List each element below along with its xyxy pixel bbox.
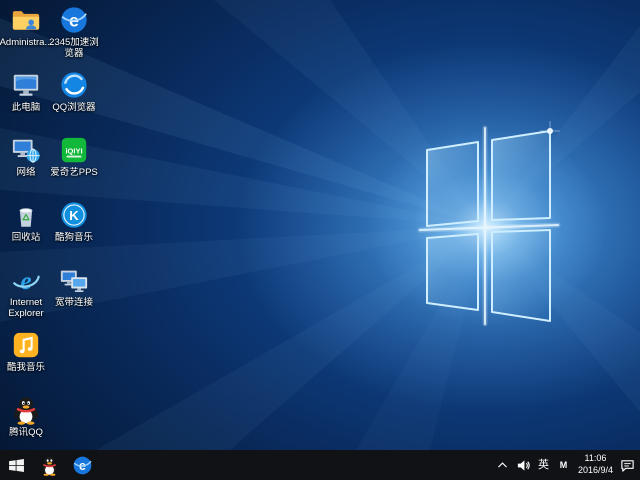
- desktop-icon-kuwo-music[interactable]: 酷我音乐: [2, 330, 50, 395]
- action-center-button[interactable]: [620, 450, 635, 480]
- desktop-icon-column-2: e 2345加速浏览器 QQ浏览器 iQIYI 爱奇艺PPS K: [50, 5, 98, 330]
- qq-browser-icon: [59, 70, 89, 100]
- speaker-icon: [516, 458, 531, 473]
- taskbar-qq-button[interactable]: [33, 450, 66, 480]
- desktop-icon-recycle-bin[interactable]: 回收站: [2, 200, 50, 265]
- taskbar: e 英 M 11:06 2016/9/4: [0, 450, 640, 480]
- ie-icon: e: [11, 265, 41, 295]
- icon-label: 酷狗音乐: [46, 232, 102, 243]
- kuwo-music-icon: [11, 330, 41, 360]
- icon-label: 腾讯QQ: [0, 427, 54, 438]
- taskbar-2345-browser-button[interactable]: e: [66, 450, 99, 480]
- icon-label: 2345加速浏览器: [46, 37, 102, 60]
- iqiyi-pps-icon: iQIYI: [59, 135, 89, 165]
- taskbar-clock[interactable]: 11:06 2016/9/4: [578, 453, 613, 476]
- desktop-icon-internet-explorer[interactable]: e Internet Explorer: [2, 265, 50, 330]
- tray-ime-language-button[interactable]: 英: [538, 450, 549, 480]
- e-browser-icon: e: [59, 5, 89, 35]
- desktop-area: Administra... 此电脑 网络 回收站: [0, 0, 640, 450]
- recycle-bin-icon: [11, 200, 41, 230]
- icon-label: 宽带连接: [46, 297, 102, 308]
- desktop-icon-iqiyi-pps[interactable]: iQIYI 爱奇艺PPS: [50, 135, 98, 200]
- desktop-icon-2345-browser[interactable]: e 2345加速浏览器: [50, 5, 98, 70]
- clock-time: 11:06: [578, 453, 613, 465]
- desktop-icon-network[interactable]: 网络: [2, 135, 50, 200]
- system-tray: 英 M 11:06 2016/9/4: [496, 450, 640, 480]
- clock-date: 2016/9/4: [578, 465, 613, 477]
- tray-ime-mode-badge[interactable]: M: [556, 458, 571, 473]
- e-browser-icon: e: [72, 455, 93, 476]
- icon-label: 爱奇艺PPS: [46, 167, 102, 178]
- desktop-icon-tencent-qq[interactable]: 腾讯QQ: [2, 395, 50, 450]
- action-center-icon: [620, 458, 635, 473]
- tray-show-hidden-icons-button[interactable]: [496, 450, 509, 480]
- windows-10-desktop: Administra... 此电脑 网络 回收站: [0, 0, 640, 480]
- desktop-icon-broadband[interactable]: 宽带连接: [50, 265, 98, 330]
- desktop-icon-administrator[interactable]: Administra...: [2, 5, 50, 70]
- kugou-music-icon: K: [59, 200, 89, 230]
- tray-volume-button[interactable]: [516, 450, 531, 480]
- user-folder-icon: [11, 5, 41, 35]
- svg-text:iQIYI: iQIYI: [65, 146, 82, 155]
- qq-penguin-icon: [39, 455, 60, 476]
- qq-penguin-icon: [11, 395, 41, 425]
- chevron-up-icon: [496, 459, 509, 472]
- svg-text:e: e: [20, 267, 31, 295]
- desktop-icon-column-1: Administra... 此电脑 网络 回收站: [2, 5, 50, 450]
- icon-label: QQ浏览器: [46, 102, 102, 113]
- windows-logo-icon: [8, 457, 25, 474]
- desktop-icon-qq-browser[interactable]: QQ浏览器: [50, 70, 98, 135]
- network-globe-icon: [11, 135, 41, 165]
- icon-label: 酷我音乐: [0, 362, 54, 373]
- svg-text:K: K: [69, 208, 79, 223]
- broadband-icon: [59, 265, 89, 295]
- desktop-icon-this-pc[interactable]: 此电脑: [2, 70, 50, 135]
- computer-icon: [11, 70, 41, 100]
- desktop-icon-kugou-music[interactable]: K 酷狗音乐: [50, 200, 98, 265]
- start-button[interactable]: [0, 450, 33, 480]
- taskbar-left-buttons: e: [0, 450, 99, 480]
